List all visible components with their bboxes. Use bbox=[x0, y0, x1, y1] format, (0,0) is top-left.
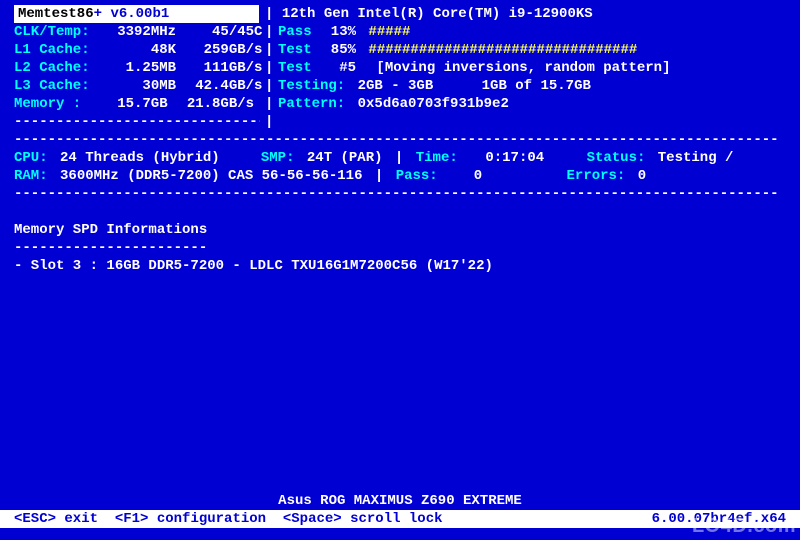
passcount-label: Pass: bbox=[396, 168, 438, 184]
l1-speed: 259GB/s bbox=[184, 41, 262, 59]
testing-amount: 1GB of 15.7GB bbox=[482, 78, 591, 94]
spd-heading: Memory SPD Informations bbox=[14, 221, 493, 239]
cpu-status-val: 24 Threads (Hybrid) bbox=[60, 150, 220, 166]
l3-label: L3 Cache: bbox=[14, 78, 90, 94]
mem-label: Memory : bbox=[14, 96, 81, 112]
ram-val: 3600MHz (DDR5-7200) CAS 56-56-56-116 bbox=[60, 168, 362, 184]
ram-label: RAM: bbox=[14, 168, 48, 184]
errors-val: 0 bbox=[638, 168, 646, 184]
l1-row: L1 Cache: 48K 259GB/s bbox=[14, 41, 260, 59]
right-column: Pass 13% ##### Test 85% ################… bbox=[278, 23, 670, 113]
spd-slot3: - Slot 3 : 16GB DDR5-7200 - LDLC TXU16G1… bbox=[14, 257, 493, 275]
test-label: Test bbox=[278, 42, 312, 58]
pattern-row: Pattern: 0x5d6a0703f931b9e2 bbox=[278, 95, 670, 113]
pass-row: Pass 13% ##### bbox=[278, 23, 670, 41]
testnum-desc: [Moving inversions, random pattern] bbox=[376, 60, 670, 76]
test-row: Test 85% ###############################… bbox=[278, 41, 670, 59]
spd-underline: ----------------------- bbox=[14, 239, 493, 257]
testnum-row: Test #5 [Moving inversions, random patte… bbox=[278, 59, 670, 77]
l3-speed: 42.4GB/s bbox=[184, 77, 262, 95]
l2-row: L2 Cache: 1.25MB 111GB/s bbox=[14, 59, 260, 77]
smp-label: SMP: bbox=[261, 150, 295, 166]
motherboard-name: Asus ROG MAXIMUS Z690 EXTREME bbox=[0, 492, 800, 510]
separator-1: ----------------------------------------… bbox=[14, 131, 786, 149]
left-column: CLK/Temp: 3392MHz 45/45C L1 Cache: 48K 2… bbox=[14, 23, 260, 131]
clk-label: CLK/Temp: bbox=[14, 24, 90, 40]
testnum-num: #5 bbox=[320, 59, 356, 77]
mem-size: 15.7GB bbox=[90, 95, 168, 113]
l2-speed: 111GB/s bbox=[184, 59, 262, 77]
cpu-status-label: CPU: bbox=[14, 150, 48, 166]
errors-label: Errors: bbox=[567, 168, 626, 184]
build-version: 6.00.07br4ef.x64 bbox=[652, 510, 786, 528]
clk-row: CLK/Temp: 3392MHz 45/45C bbox=[14, 23, 260, 41]
space-key-hint[interactable]: <Space> scroll lock bbox=[283, 511, 443, 527]
test-pct: 85% bbox=[320, 41, 356, 59]
testing-row: Testing: 2GB - 3GB 1GB of 15.7GB bbox=[278, 77, 670, 95]
pass-label: Pass bbox=[278, 24, 312, 40]
test-bar: ################################ bbox=[368, 42, 637, 58]
mem-speed: 21.8GB/s bbox=[176, 95, 254, 113]
esc-key-hint[interactable]: <ESC> exit bbox=[14, 511, 98, 527]
app-version: v6.00b1 bbox=[110, 6, 169, 22]
time-val: 0:17:04 bbox=[466, 149, 544, 167]
l2-label: L2 Cache: bbox=[14, 60, 90, 76]
cpu-name: 12th Gen Intel(R) Core(TM) i9-12900KS bbox=[282, 6, 593, 22]
testing-range: 2GB - 3GB bbox=[358, 78, 434, 94]
clk-freq: 3392MHz bbox=[98, 23, 176, 41]
clk-temp: 45/45C bbox=[184, 23, 262, 41]
left-underline: ----------------------------------------… bbox=[14, 113, 260, 131]
footer-keys: <ESC> exit <F1> configuration <Space> sc… bbox=[14, 510, 443, 528]
pattern-val: 0x5d6a0703f931b9e2 bbox=[358, 96, 509, 112]
spd-block: Memory SPD Informations ----------------… bbox=[14, 221, 493, 275]
l1-label: L1 Cache: bbox=[14, 42, 90, 58]
mem-row: Memory : 15.7GB 21.8GB/s bbox=[14, 95, 260, 113]
l3-size: 30MB bbox=[98, 77, 176, 95]
separator-2: ----------------------------------------… bbox=[14, 185, 786, 203]
f1-key-hint[interactable]: <F1> configuration bbox=[115, 511, 266, 527]
cpu-status-row: CPU: 24 Threads (Hybrid) SMP: 24T (PAR) … bbox=[14, 149, 786, 167]
ram-status-row: RAM: 3600MHz (DDR5-7200) CAS 56-56-56-11… bbox=[14, 167, 786, 185]
status-label: Status: bbox=[587, 150, 646, 166]
l2-size: 1.25MB bbox=[98, 59, 176, 77]
l1-size: 48K bbox=[98, 41, 176, 59]
pass-bar: ##### bbox=[368, 24, 410, 40]
passcount-val: 0 bbox=[446, 167, 482, 185]
app-plus: + bbox=[94, 6, 102, 22]
divider-pipes: ||| ||| bbox=[265, 23, 273, 131]
status-block: CPU: 24 Threads (Hybrid) SMP: 24T (PAR) … bbox=[14, 149, 786, 185]
pattern-label: Pattern: bbox=[278, 96, 345, 112]
memtest-screen: Memtest86+ v6.00b1 | 12th Gen Intel(R) C… bbox=[0, 0, 800, 540]
testnum-label: Test bbox=[278, 60, 312, 76]
title-bar: Memtest86+ v6.00b1 bbox=[14, 5, 259, 23]
pass-pct: 13% bbox=[320, 23, 356, 41]
status-val: Testing / bbox=[658, 150, 734, 166]
cpu-name-line: | 12th Gen Intel(R) Core(TM) i9-12900KS bbox=[265, 5, 593, 23]
pipe: | bbox=[265, 6, 273, 22]
app-name: Memtest86 bbox=[18, 6, 94, 22]
l3-row: L3 Cache: 30MB 42.4GB/s bbox=[14, 77, 260, 95]
smp-val: 24T (PAR) bbox=[307, 150, 383, 166]
testing-label: Testing: bbox=[278, 78, 345, 94]
time-label: Time: bbox=[416, 150, 458, 166]
